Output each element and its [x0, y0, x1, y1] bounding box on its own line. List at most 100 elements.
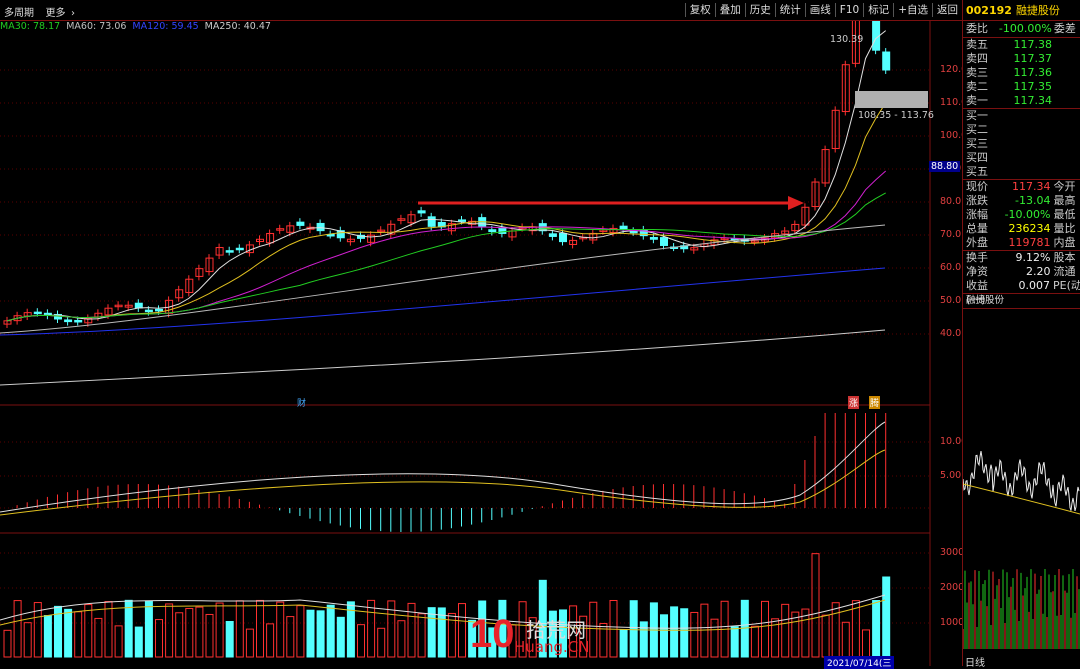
mini-chart-title: 融捷股份: [963, 294, 1080, 309]
watermark-number: 10: [470, 612, 515, 656]
volume-bar: [882, 576, 891, 658]
quote-row[interactable]: 外盘 119781 内盘: [963, 236, 1080, 250]
candle: [296, 221, 305, 226]
volume-bar: [872, 600, 881, 658]
kline-chart[interactable]: [0, 0, 962, 666]
volume-bar: [417, 613, 426, 658]
quote-row[interactable]: 卖五 117.38: [963, 38, 1080, 52]
stock-code: 002192: [966, 3, 1012, 17]
period-selector[interactable]: 多周期: [4, 8, 34, 19]
chevron-right-icon: ›: [71, 8, 75, 19]
volume-bar: [13, 600, 22, 658]
teng-tag[interactable]: 腾: [869, 396, 881, 409]
axis-tick: 70.0: [940, 229, 962, 240]
candle: [64, 319, 73, 323]
toolbar-5[interactable]: F10: [834, 3, 863, 17]
quote-row[interactable]: 买四: [963, 151, 1080, 165]
quote-row[interactable]: 买三: [963, 137, 1080, 151]
volume-bar: [266, 623, 275, 658]
webi-label: 委比: [966, 22, 988, 35]
axis-tick: 60.0: [940, 262, 962, 273]
quote-row[interactable]: 收益(一) 0.007 PE(动: [963, 279, 1080, 306]
stats-list: 现价 117.34 今开 涨跌 -13.04 最高 涨幅 -10.00% 最低 总量 236234 量…: [963, 180, 1080, 251]
toolbar-3[interactable]: 统计: [774, 3, 805, 17]
price-marker: 88.80: [929, 161, 961, 172]
watermark-logo: 10 拾荒网 Huang.CN: [470, 612, 589, 657]
volume-bar: [316, 610, 325, 658]
quote-row[interactable]: 涨跌 -13.04 最高: [963, 194, 1080, 208]
volume-bar: [458, 603, 466, 658]
volume-bar: [730, 626, 739, 658]
volume-bar: [791, 611, 800, 658]
intraday-mini-chart[interactable]: [962, 309, 1080, 654]
webi-value: -100.00%: [998, 22, 1052, 35]
volume-bar: [680, 608, 689, 658]
toolbar-7[interactable]: +自选: [893, 3, 932, 17]
volume-bar: [185, 607, 194, 658]
axis-tick: 40.0: [940, 328, 962, 339]
toolbar-1[interactable]: 叠加: [714, 3, 745, 17]
ma-legend-item: MA120: 59.45: [132, 21, 199, 32]
candle: [235, 247, 244, 251]
quote-panel: 002192 融捷股份 委比 -100.00% 委差 卖五 117.38 卖四 117…: [962, 0, 1080, 669]
quote-row[interactable]: 换手 9.12% 股本: [963, 251, 1080, 265]
volume-bar: [821, 614, 830, 658]
quote-row[interactable]: 总量 236234 量比: [963, 222, 1080, 236]
quote-row[interactable]: 现价 117.34 今开: [963, 180, 1080, 194]
ma-line: [6, 170, 887, 322]
volume-bar: [629, 600, 638, 658]
volume-bar: [326, 604, 335, 658]
macd-dif: [0, 421, 886, 513]
quote-row[interactable]: 买二: [963, 123, 1080, 137]
volume-bar: [296, 605, 305, 658]
daily-tab[interactable]: 日线: [965, 654, 985, 669]
volume-bar: [831, 602, 840, 658]
volume-bar: [43, 615, 52, 658]
cai-tag[interactable]: 财: [297, 396, 306, 409]
volume-bar: [750, 625, 759, 658]
toolbar-0[interactable]: 复权: [684, 3, 715, 17]
candle: [74, 319, 83, 323]
volume-bar: [165, 603, 174, 658]
volume-bar: [700, 603, 709, 658]
ma-legend: MA30: 78.17 MA60: 73.06 MA120: 59.45 MA250:…: [0, 21, 277, 32]
toolbar-4[interactable]: 画线: [804, 3, 835, 17]
quote-row[interactable]: 卖二 117.35: [963, 80, 1080, 94]
volume-bar: [276, 601, 285, 658]
quote-row[interactable]: 净资 2.20 流通: [963, 265, 1080, 279]
quote-row[interactable]: 买一: [963, 109, 1080, 123]
quote-row[interactable]: 卖三 117.36: [963, 66, 1080, 80]
ma-legend-item: MA60: 73.06: [66, 21, 127, 32]
quote-row[interactable]: 买五: [963, 165, 1080, 179]
candle: [458, 219, 466, 222]
volume-bar: [94, 617, 103, 658]
stats2-list: 换手 9.12% 股本 净资 2.20 流通 收益(一) 0.007 PE(动: [963, 251, 1080, 306]
more-menu[interactable]: 更多: [46, 8, 66, 19]
volume-bar: [427, 607, 436, 658]
candle: [649, 236, 658, 240]
axis-tick: 50.0: [940, 295, 962, 306]
zhang-tag[interactable]: 涨: [848, 396, 860, 409]
volume-bar: [670, 606, 679, 658]
quote-row[interactable]: 卖四 117.37: [963, 52, 1080, 66]
axis-tick: 80.0: [940, 196, 962, 207]
quote-row[interactable]: 涨幅 -10.00% 最低: [963, 208, 1080, 222]
volume-bar: [841, 621, 850, 658]
quote-row[interactable]: 卖一 117.34: [963, 94, 1080, 108]
candle: [33, 311, 42, 315]
chart-toolbar: 多周期 更多 › 复权 叠加 历史 统计 画线 F10 标记 +自选 返回: [0, 0, 962, 21]
volume-bar: [155, 619, 163, 658]
candle: [427, 216, 436, 227]
volume-bar: [306, 609, 315, 658]
high-label: 130.39: [830, 34, 864, 45]
volume-bar: [710, 618, 719, 658]
candle: [629, 230, 638, 234]
volume-bar: [195, 606, 204, 658]
volume-bar: [862, 629, 870, 658]
toolbar-6[interactable]: 标记: [863, 3, 893, 17]
bid-list: 买一 买二 买三 买四 买五: [963, 109, 1080, 180]
toolbar-8[interactable]: 返回: [932, 3, 962, 17]
volume-bar: [175, 612, 184, 658]
stock-name: 融捷股份: [1015, 4, 1060, 17]
toolbar-2[interactable]: 历史: [744, 3, 775, 17]
